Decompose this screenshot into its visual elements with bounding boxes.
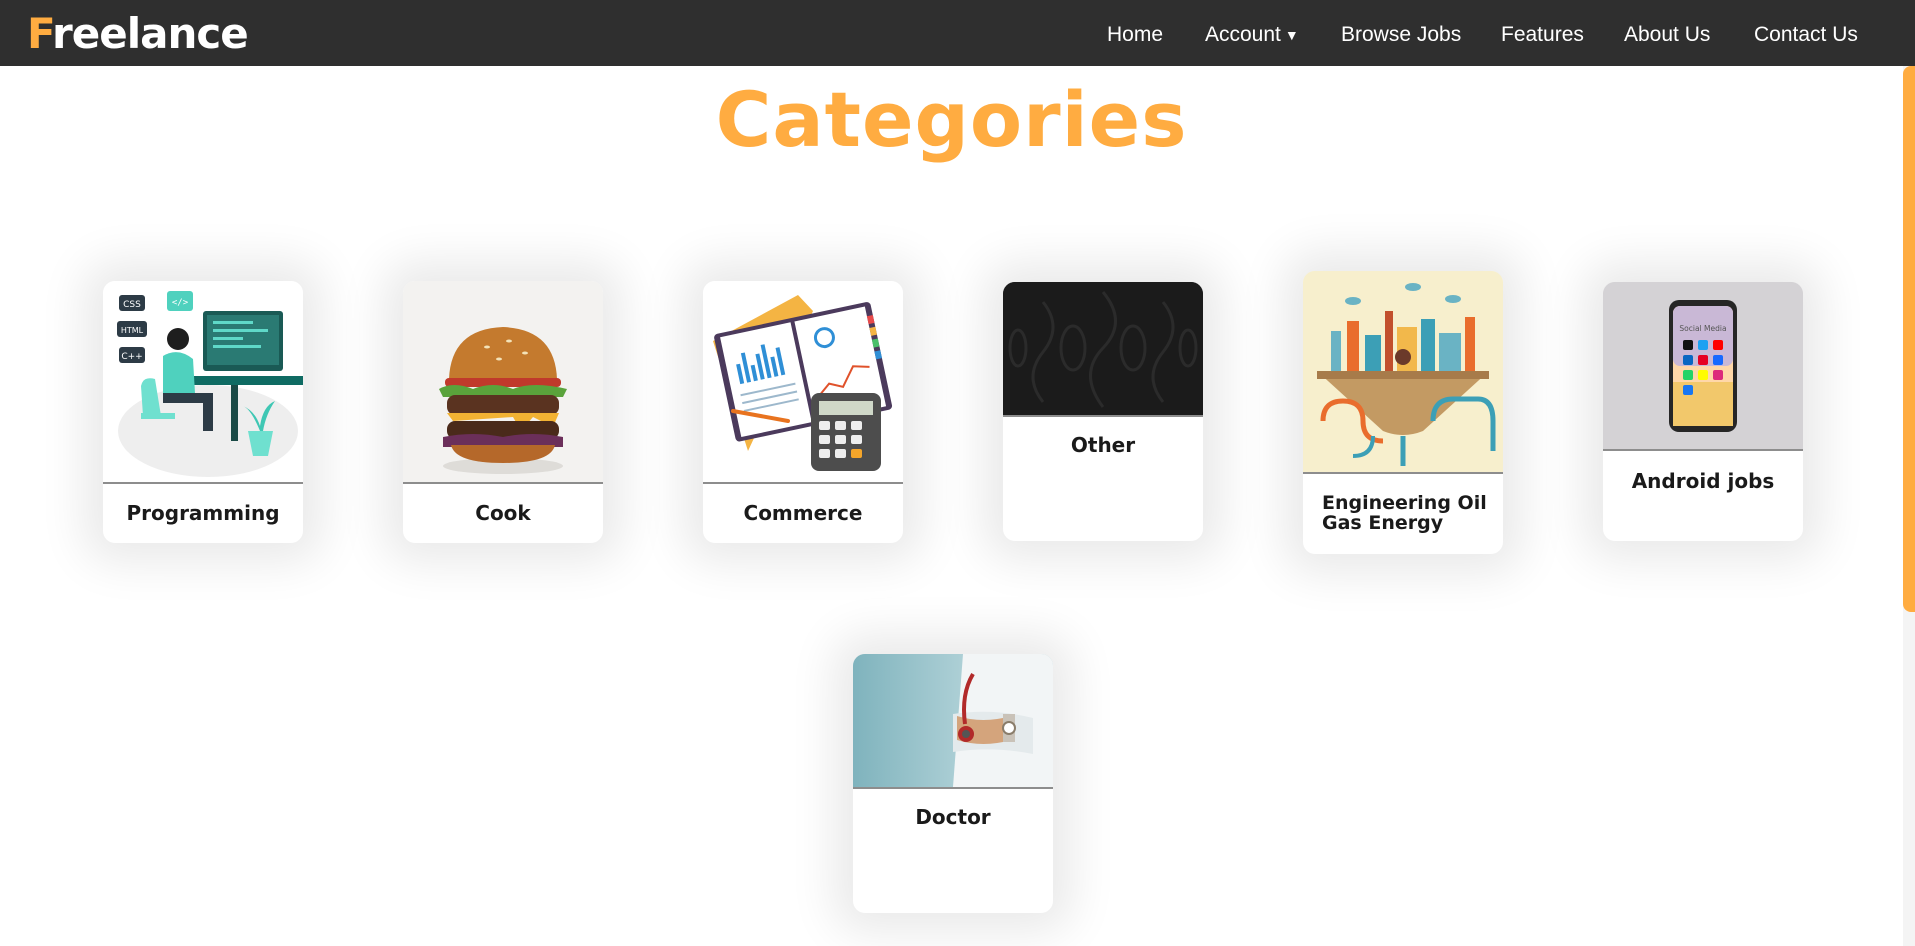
cpp-badge-label: C++ (121, 352, 142, 362)
category-card-title: Commerce (743, 501, 863, 525)
doctor-image (853, 654, 1053, 789)
category-card-programming[interactable]: CSS HTML C++ </> Programming (103, 281, 303, 543)
code-badge-label: </> (172, 298, 189, 308)
category-card-title: Android jobs (1631, 469, 1775, 493)
phone-screen-header: Social Media (1679, 324, 1726, 333)
category-card-engineering[interactable]: Engineering Oil Gas Energy (1303, 271, 1503, 554)
brand-logo-text: reelance (52, 9, 249, 58)
category-card-title: Doctor (915, 805, 991, 829)
dark-pattern-image (1003, 282, 1203, 417)
notebook-calculator-icon (713, 295, 893, 471)
category-card-commerce[interactable]: Commerce (703, 281, 903, 543)
burger-image (403, 281, 603, 484)
scrollbar-thumb[interactable] (1903, 66, 1915, 612)
programming-illustration: CSS HTML C++ </> (103, 281, 303, 484)
android-phone-image: Social Media (1603, 282, 1803, 451)
nav-contact-us-link[interactable]: Contact Us (1754, 0, 1858, 66)
nav-account-dropdown[interactable]: Account ▼ (1205, 0, 1299, 66)
category-card-title: Cook (475, 501, 531, 525)
nav-home-link[interactable]: Home (1107, 0, 1163, 66)
css-badge-label: CSS (123, 300, 141, 310)
nav-browse-jobs-link[interactable]: Browse Jobs (1341, 0, 1461, 66)
burger-icon (439, 327, 567, 474)
pattern-icon (1003, 282, 1203, 415)
nav-account-label: Account (1205, 23, 1281, 46)
programmer-desk-icon: CSS HTML C++ </> (117, 291, 303, 477)
commerce-image (703, 281, 903, 484)
html-badge-label: HTML (121, 326, 144, 335)
brand-logo[interactable]: Freelance (27, 6, 249, 62)
category-card-android-jobs[interactable]: Social Media Android jobs (1603, 282, 1803, 541)
navbar: Freelance Home Account ▼ Browse Jobs Feat… (0, 0, 1915, 66)
caret-down-icon: ▼ (1284, 27, 1299, 43)
brand-logo-initial: F (27, 9, 53, 58)
smartphone-icon: Social Media (1603, 282, 1803, 449)
category-card-cook[interactable]: Cook (403, 281, 603, 543)
doctor-icon (853, 654, 1053, 787)
category-card-title: Engineering Oil Gas Energy (1322, 492, 1487, 534)
category-card-title: Other (1070, 433, 1136, 457)
engineering-illustration (1303, 271, 1503, 474)
category-card-doctor[interactable]: Doctor (853, 654, 1053, 913)
nav-features-link[interactable]: Features (1501, 0, 1584, 66)
nav-about-us-link[interactable]: About Us (1624, 0, 1710, 66)
page-title: Categories (715, 75, 1188, 164)
category-card-other[interactable]: Other (1003, 282, 1203, 541)
refinery-icon (1303, 271, 1503, 472)
category-card-title: Programming (126, 501, 280, 525)
